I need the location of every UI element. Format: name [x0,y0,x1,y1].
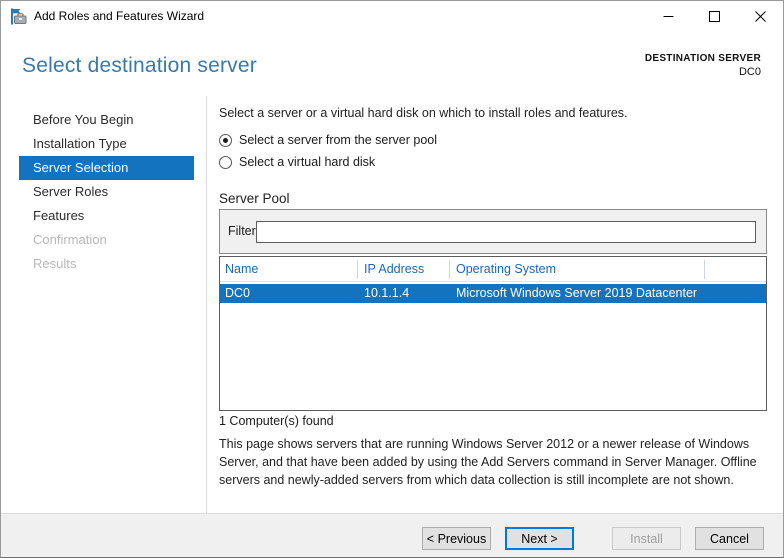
filter-panel: Filter: [219,209,767,254]
column-header-ip-address[interactable]: IP Address [358,259,450,279]
minimize-button[interactable] [645,1,691,32]
column-header-name[interactable]: Name [220,259,358,279]
close-button[interactable] [737,1,783,32]
sidebar-item-before-you-begin[interactable]: Before You Begin [1,108,206,132]
table-header-row: Name IP Address Operating System [220,257,766,282]
wizard-steps-sidebar: Before You Begin Installation Type Serve… [1,108,206,276]
sidebar-item-results: Results [33,256,77,271]
cancel-button[interactable]: Cancel [695,527,764,550]
computers-found-text: 1 Computer(s) found [219,414,334,428]
sidebar-item-installation-type[interactable]: Installation Type [1,132,206,156]
install-button: Install [612,527,681,550]
radio-select-server-pool[interactable]: Select a server from the server pool [219,133,437,147]
sidebar-item-features[interactable]: Features [1,204,206,228]
server-pool-title: Server Pool [219,191,290,206]
cell-server-os: Microsoft Windows Server 2019 Datacenter [456,286,698,300]
previous-button[interactable]: < Previous [422,527,491,550]
intro-text: Select a server or a virtual hard disk o… [219,106,628,120]
radio-selected-icon[interactable] [219,133,232,147]
footer-bar: < Previous Next > Install Cancel [1,513,783,557]
server-pool-table[interactable]: Name IP Address Operating System DC0 10.… [219,256,767,411]
page-title: Select destination server [22,54,257,77]
title-bar[interactable]: Add Roles and Features Wizard [1,1,783,32]
server-manager-icon [10,8,27,25]
table-row[interactable]: DC0 10.1.1.4 Microsoft Windows Server 20… [220,284,766,303]
destination-server-value: DC0 [738,66,761,78]
sidebar-item-confirmation: Confirmation [33,232,107,247]
radio-server-pool-label: Select a server from the server pool [239,133,437,147]
filter-input[interactable] [256,221,756,243]
column-header-spacer [705,260,766,279]
cell-server-ip: 10.1.1.4 [364,286,410,300]
column-header-operating-system[interactable]: Operating System [450,259,705,279]
destination-server-block: DESTINATION SERVER DC0 [645,53,761,78]
radio-vhd-label: Select a virtual hard disk [239,155,376,169]
sidebar-item-server-roles[interactable]: Server Roles [1,180,206,204]
destination-server-label: DESTINATION SERVER [644,53,761,64]
radio-unselected-icon[interactable] [219,155,232,169]
wizard-window: Add Roles and Features Wizard Select des… [0,0,784,558]
next-button[interactable]: Next > [505,527,574,550]
filter-label: Filter: [228,224,260,238]
radio-select-vhd[interactable]: Select a virtual hard disk [219,155,375,169]
sidebar-divider [206,96,207,513]
window-title: Add Roles and Features Wizard [34,9,205,23]
maximize-button[interactable] [691,1,737,32]
page-description: This page shows servers that are running… [219,437,757,487]
cell-server-name: DC0 [225,286,251,300]
sidebar-item-server-selection[interactable]: Server Selection [19,156,194,180]
